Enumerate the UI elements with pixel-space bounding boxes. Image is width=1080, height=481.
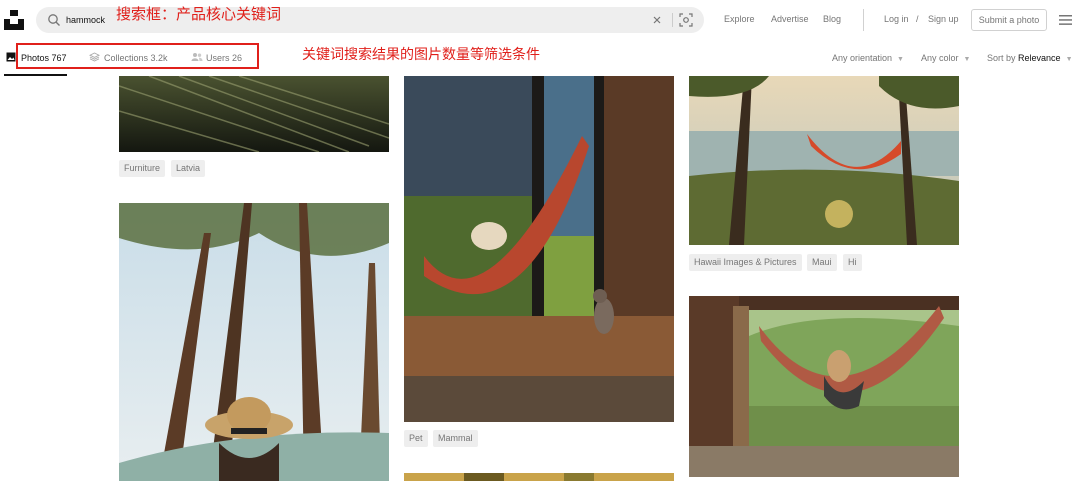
next-photo-image [404,473,674,481]
sort-prefix: Sort by [987,53,1016,63]
submit-photo-button[interactable]: Submit a photo [971,9,1047,31]
tabs-annotation: 关键词搜索结果的图片数量等筛选条件 [302,47,540,63]
nav-advertise[interactable]: Advertise [771,14,809,24]
chevron-down-icon: ▼ [963,56,971,63]
tag-hawaii[interactable]: Hawaii Images & Pictures [689,254,802,271]
beach-hammock-image [689,76,959,245]
photo-col3-beach[interactable] [689,76,959,245]
header-divider [863,9,864,31]
search-icon[interactable] [47,13,61,27]
photo-col2-next[interactable] [404,473,674,481]
search-divider [672,13,673,27]
photo-col2-window[interactable] [404,76,674,422]
search-input[interactable]: hammock [66,15,105,25]
orientation-filter-label: Any orientation [832,53,893,63]
sort-filter[interactable]: Sort by Relevance ▼ [987,53,1073,63]
nav-slash: / [916,14,919,24]
top-header: hammock 搜索框：产品核心关键词 Explore Advertise Bl… [0,0,1080,40]
nav-login[interactable]: Log in [884,14,909,24]
photo-col1-forest[interactable] [119,203,389,481]
hammock-fabric-image [119,76,389,152]
forest-hammock-image [119,203,389,481]
menu-icon[interactable] [1059,15,1072,25]
chevron-down-icon: ▼ [1065,56,1073,63]
orientation-filter[interactable]: Any orientation ▼ [832,53,904,63]
tag-mammal[interactable]: Mammal [433,430,478,447]
nav-blog[interactable]: Blog [823,14,841,24]
active-tab-underline [4,74,67,76]
unsplash-logo-icon[interactable] [4,10,24,30]
annotation-highlight-box [16,43,259,69]
tag-maui[interactable]: Maui [807,254,837,271]
search-annotation: 搜索框：产品核心关键词 [116,5,282,23]
color-filter-label: Any color [921,53,959,63]
tag-pet[interactable]: Pet [404,430,428,447]
nav-explore[interactable]: Explore [724,14,755,24]
chevron-down-icon: ▼ [897,56,904,63]
tag-furniture[interactable]: Furniture [119,160,166,177]
visual-search-icon[interactable] [679,13,693,27]
window-hammock-cat-image [404,76,674,422]
sort-value: Relevance [1018,53,1061,63]
clear-search-icon[interactable] [651,14,663,26]
tag-latvia[interactable]: Latvia [171,160,206,177]
photo-icon [6,52,16,62]
nav-signup[interactable]: Sign up [928,14,959,24]
tag-hi[interactable]: Hi [843,254,862,271]
color-filter[interactable]: Any color ▼ [921,53,970,63]
photo-col3-porch[interactable] [689,296,959,477]
porch-hammock-image [689,296,959,477]
photo-col1-top[interactable] [119,76,389,152]
